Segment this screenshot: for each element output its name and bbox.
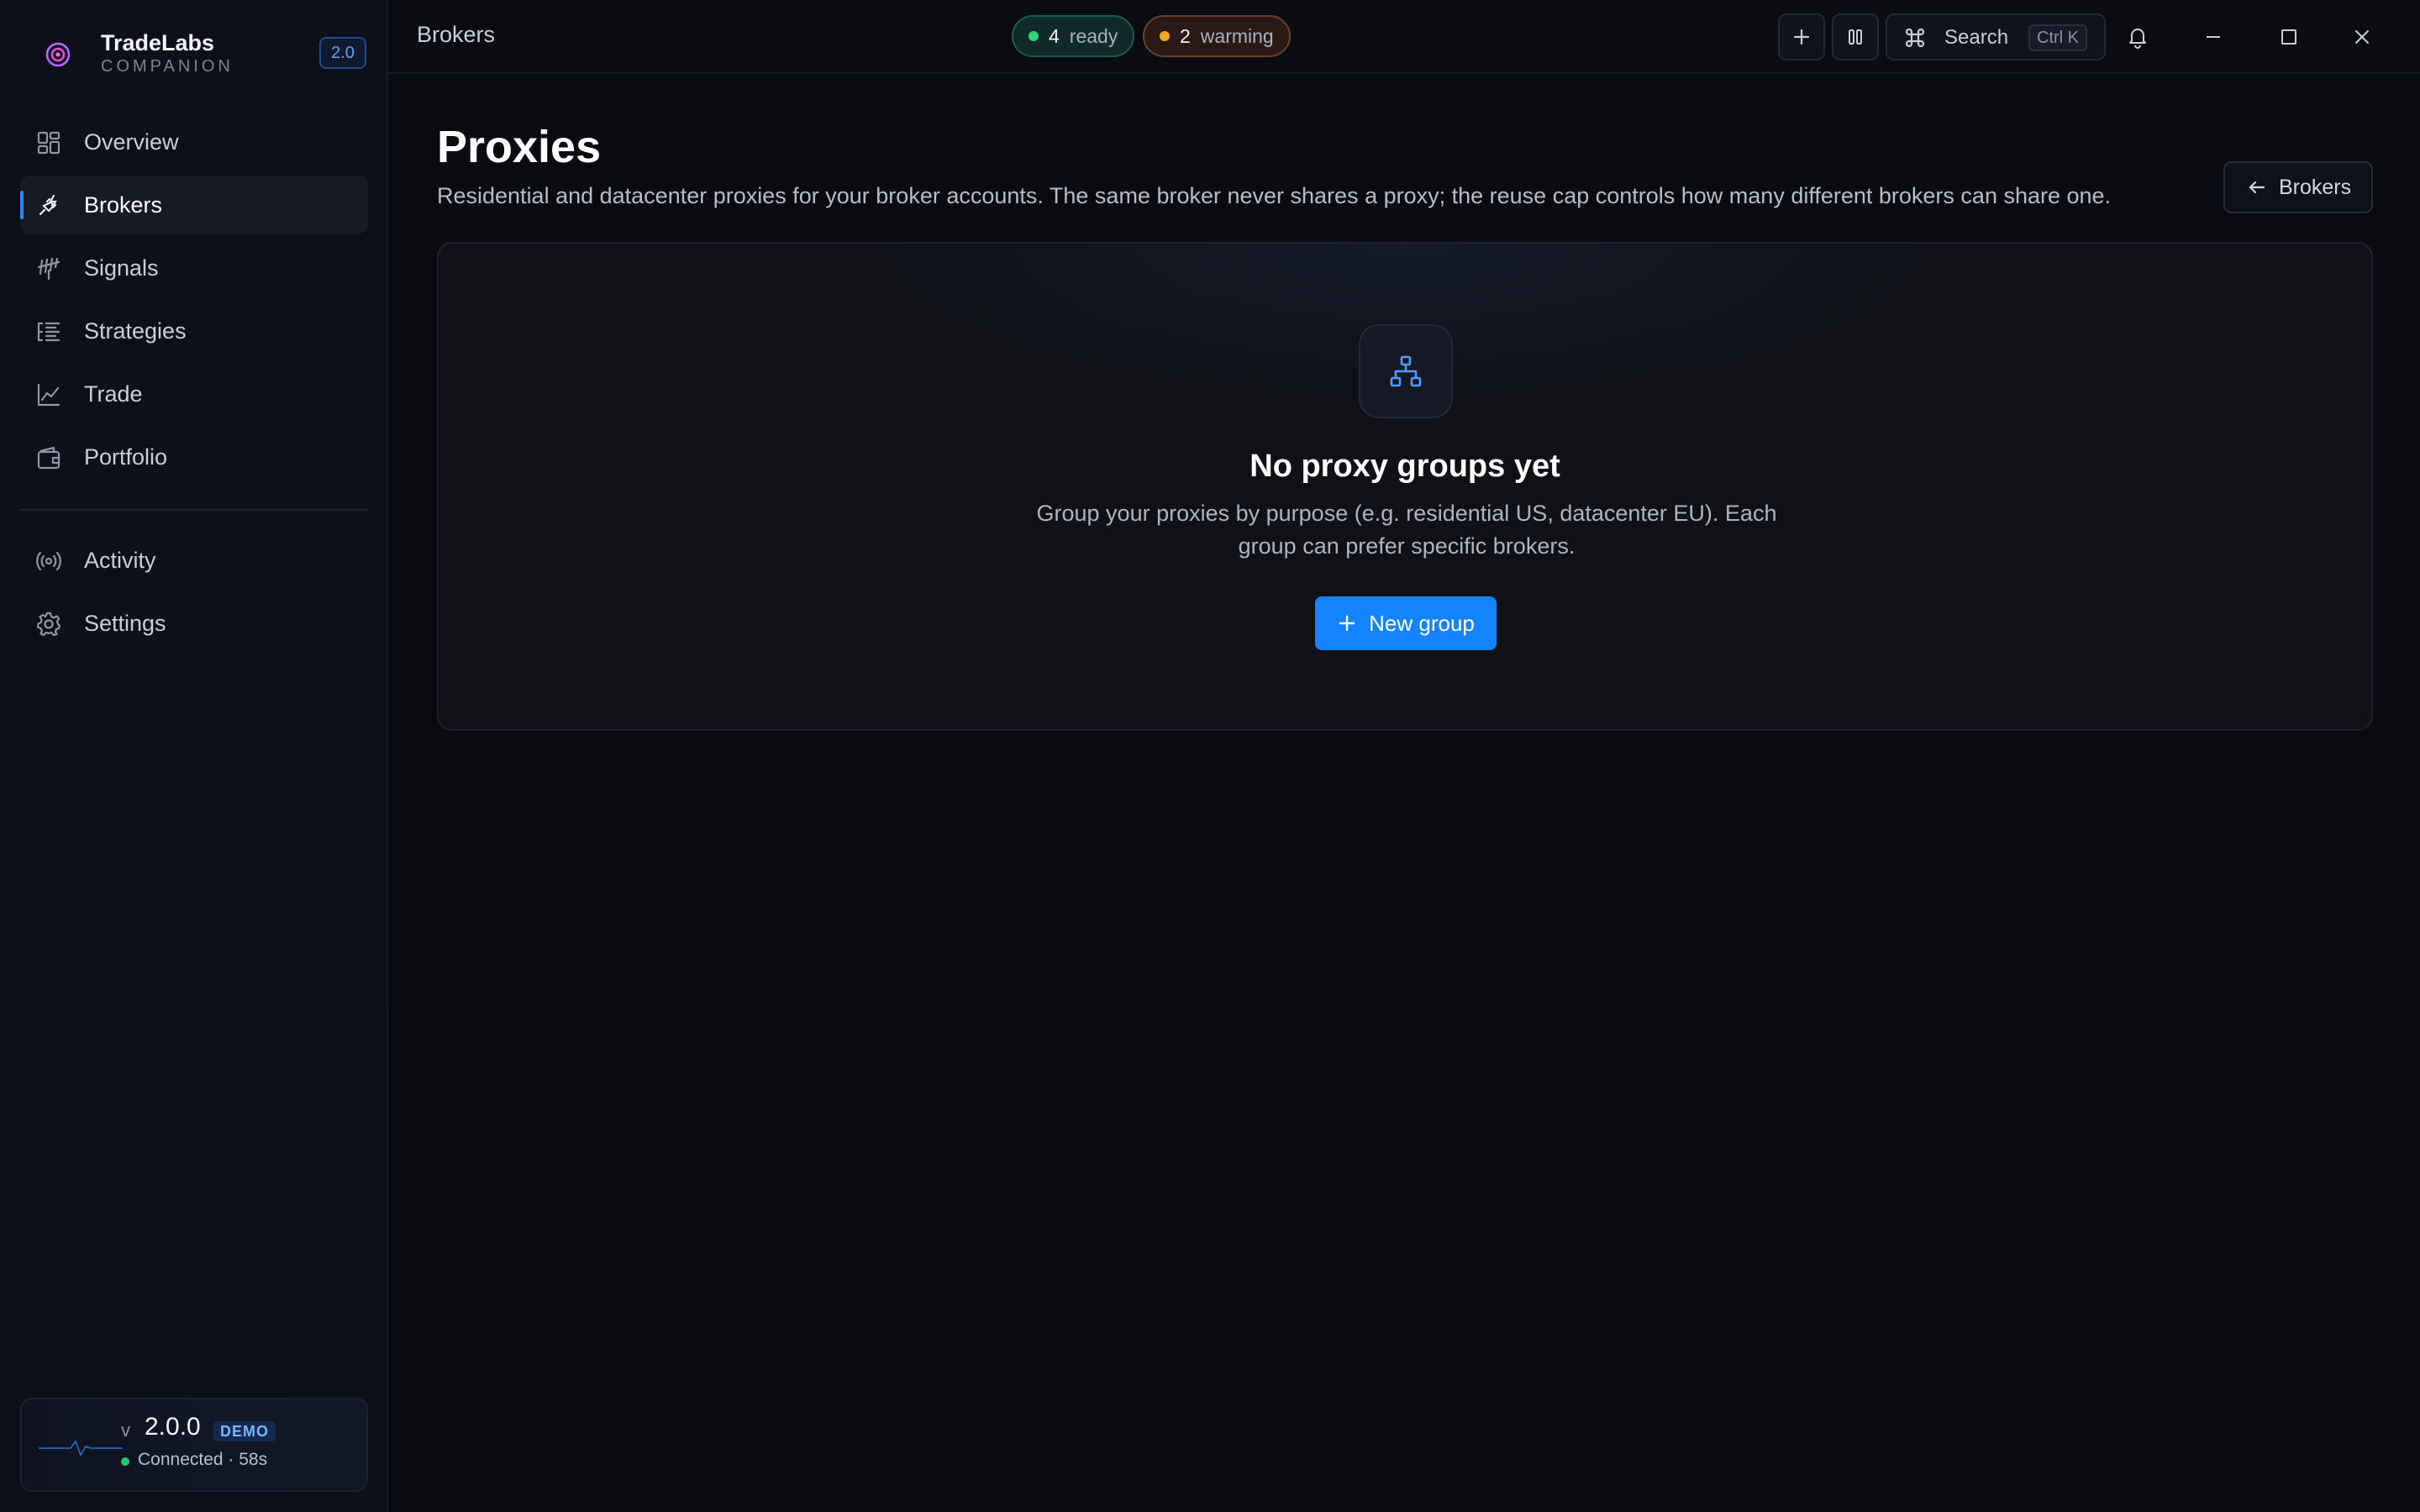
sidebar-item-label: Brokers	[84, 192, 163, 218]
back-to-brokers-button[interactable]: Brokers	[2223, 161, 2373, 213]
plus-icon	[1793, 29, 1810, 45]
ready-count: 4	[1049, 24, 1060, 47]
sidebar-item-label: Overview	[84, 129, 179, 155]
sidebar-item-label: Activity	[84, 547, 156, 573]
connection-dot-icon	[121, 1457, 129, 1466]
sidebar-item-strategies[interactable]: Strategies	[20, 302, 368, 360]
connection-status-card[interactable]: v 2.0.0 DEMO Connected · 58s	[20, 1398, 368, 1492]
main-nav: Overview Brokers Signals Strategies Trad…	[20, 113, 368, 491]
demo-badge: DEMO	[213, 1421, 276, 1441]
sidebar-item-activity[interactable]: Activity	[20, 531, 368, 590]
connection-status: Connected · 58s	[138, 1450, 268, 1469]
ready-label: ready	[1069, 24, 1118, 47]
minimize-button[interactable]	[2193, 17, 2233, 57]
back-button-label: Brokers	[2279, 175, 2352, 199]
sidebar-item-signals[interactable]: Signals	[20, 239, 368, 297]
network-tree-icon	[1390, 355, 1422, 387]
warming-label: warming	[1200, 24, 1274, 47]
version-badge: 2.0	[319, 37, 366, 69]
gear-icon	[36, 612, 61, 637]
columns-button[interactable]	[1832, 13, 1879, 60]
line-chart-icon	[37, 383, 60, 407]
ready-status-pill[interactable]: 4 ready	[1012, 15, 1135, 57]
new-group-button[interactable]: New group	[1315, 596, 1497, 650]
notifications-button[interactable]	[2118, 17, 2158, 57]
sidebar-item-label: Portfolio	[84, 444, 168, 470]
empty-state-icon-box	[1359, 324, 1453, 418]
add-button[interactable]	[1778, 13, 1825, 60]
heartbeat-sparkline-icon	[39, 1440, 123, 1457]
wallet-icon	[37, 446, 60, 470]
sidebar: TradeLabs COMPANION 2.0 Overview Brokers…	[0, 0, 388, 1512]
secondary-nav: Activity Settings	[20, 531, 368, 657]
broadcast-icon	[36, 551, 61, 571]
app-version: 2.0.0	[145, 1413, 201, 1441]
search-shortcut: Ctrl K	[2028, 24, 2087, 51]
close-icon	[2355, 30, 2369, 44]
maximize-icon	[2281, 29, 2296, 45]
empty-state-card: No proxy groups yet Group your proxies b…	[437, 242, 2373, 731]
empty-state-title: No proxy groups yet	[1249, 449, 1560, 484]
sidebar-item-overview[interactable]: Overview	[20, 113, 368, 171]
new-group-label: New group	[1369, 610, 1475, 636]
top-bar: Brokers 4 ready 2 warming Search Ctrl K	[388, 0, 2420, 74]
list-tree-icon	[37, 322, 60, 342]
command-icon	[1905, 28, 1925, 48]
plug-icon	[39, 194, 57, 216]
app-name: TradeLabs	[101, 30, 215, 55]
page-description: Residential and datacenter proxies for y…	[437, 183, 2112, 208]
plus-icon	[1339, 615, 1355, 632]
warming-dot-icon	[1160, 31, 1170, 41]
minimize-icon	[2207, 36, 2220, 38]
sidebar-item-trade[interactable]: Trade	[20, 365, 368, 423]
sidebar-item-brokers[interactable]: Brokers	[20, 176, 368, 234]
sidebar-item-label: Settings	[84, 610, 166, 636]
sidebar-item-portfolio[interactable]: Portfolio	[20, 428, 368, 486]
maximize-button[interactable]	[2269, 17, 2309, 57]
search-label: Search	[1944, 26, 2009, 49]
app-logo-icon	[40, 37, 76, 72]
empty-state-description: Group your proxies by purpose (e.g. resi…	[1036, 501, 1777, 559]
columns-icon	[1849, 29, 1862, 45]
nav-divider	[20, 509, 368, 511]
warming-count: 2	[1180, 24, 1191, 47]
sidebar-item-label: Trade	[84, 381, 143, 407]
brand[interactable]: TradeLabs COMPANION 2.0	[35, 30, 366, 77]
page-title: Proxies	[437, 122, 602, 172]
search-button[interactable]: Search Ctrl K	[1886, 13, 2106, 60]
breadcrumb: Brokers	[417, 22, 496, 47]
grid-icon	[37, 131, 60, 155]
arrow-left-icon	[2249, 181, 2265, 194]
sidebar-item-settings[interactable]: Settings	[20, 594, 368, 653]
sidebar-item-label: Signals	[84, 255, 159, 281]
warming-status-pill[interactable]: 2 warming	[1143, 15, 1291, 57]
sidebar-item-label: Strategies	[84, 318, 187, 344]
version-prefix: v	[121, 1420, 130, 1441]
bell-icon	[2129, 29, 2146, 49]
signal-icon	[37, 257, 60, 281]
close-button[interactable]	[2342, 17, 2382, 57]
app-subtitle: COMPANION	[101, 57, 234, 76]
ready-dot-icon	[1028, 31, 1039, 41]
